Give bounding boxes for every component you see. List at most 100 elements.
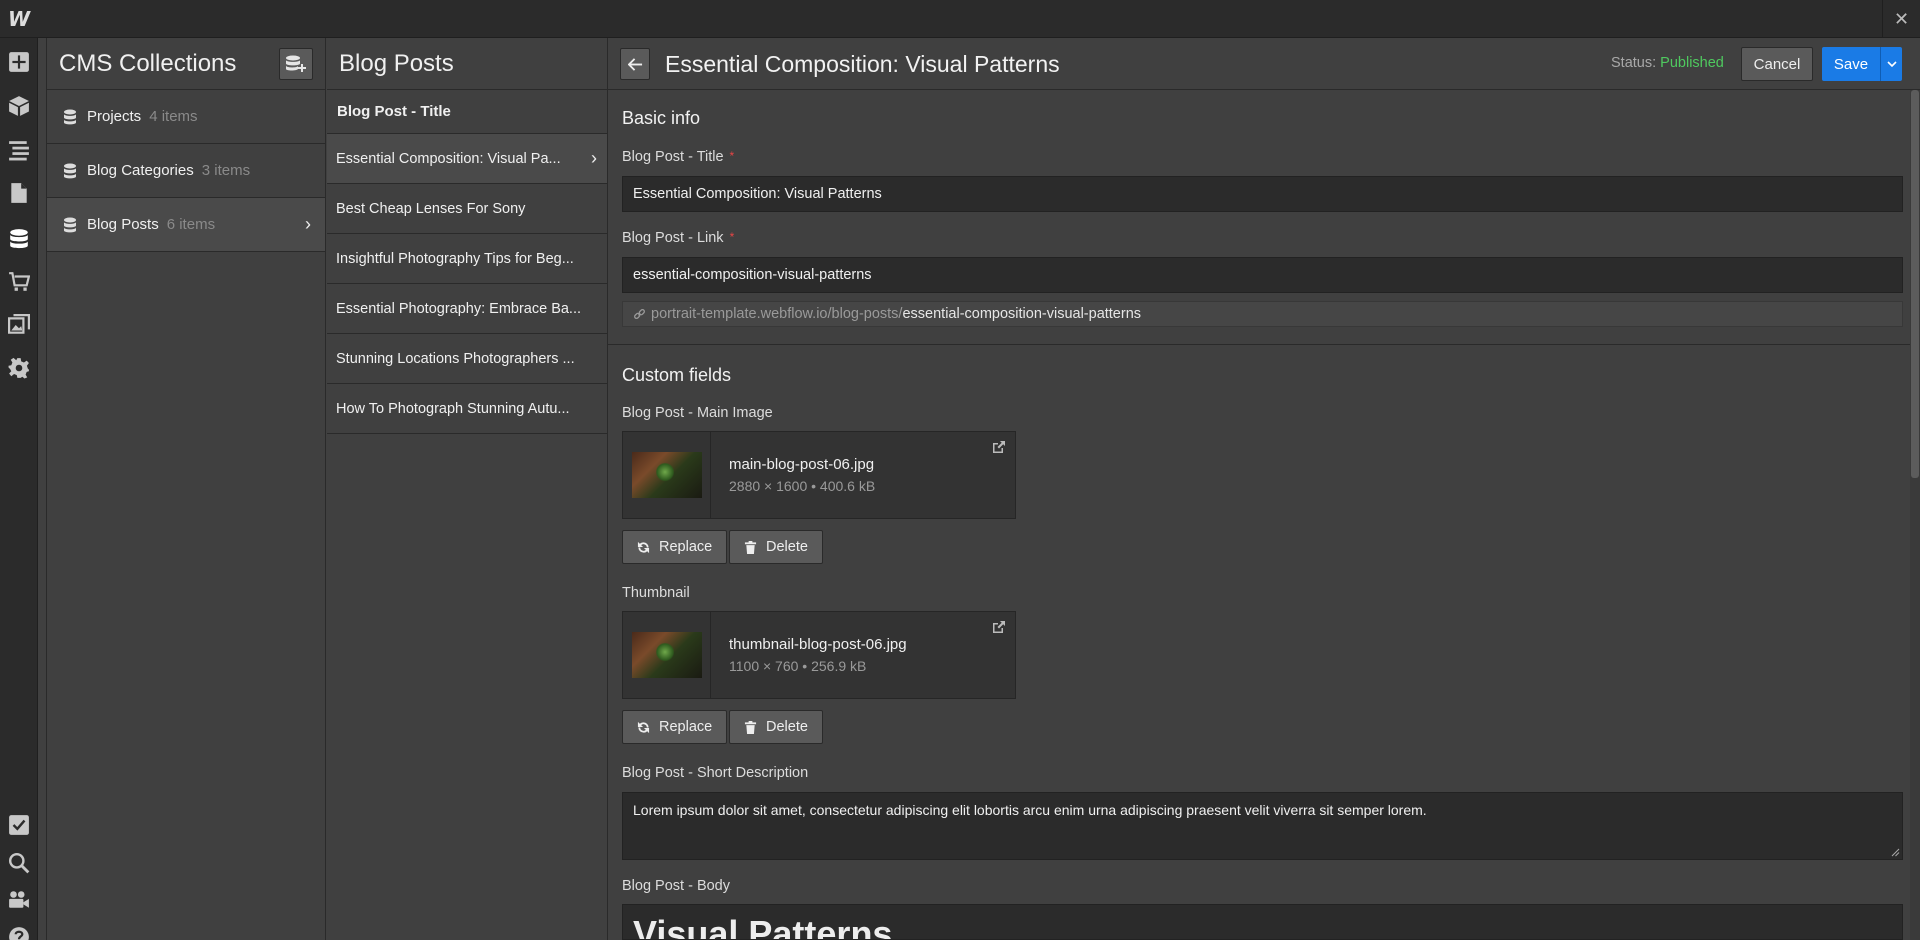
assets-icon[interactable] (0, 306, 38, 344)
chevron-down-icon (1886, 61, 1897, 67)
short-description-text: Lorem ipsum dolor sit amet, consectetur … (633, 802, 1427, 818)
file-meta: 1100 × 760 • 256.9 kB (729, 658, 867, 674)
collection-item-blog-posts[interactable]: Blog Posts 6 items › (47, 198, 325, 252)
database-icon (64, 109, 76, 124)
help-icon[interactable] (0, 918, 38, 940)
required-mark: * (729, 149, 735, 163)
replace-label: Replace (659, 719, 713, 735)
file-name: thumbnail-blog-post-06.jpg (729, 636, 907, 653)
post-title: Insightful Photography Tips for Beg... (336, 250, 574, 267)
short-description-input[interactable]: Lorem ipsum dolor sit amet, consectetur … (622, 792, 1903, 860)
add-collection-button[interactable] (279, 48, 313, 80)
top-bar: W ✕ (0, 0, 1920, 38)
ecommerce-icon[interactable] (0, 263, 38, 301)
box-icon[interactable] (0, 87, 38, 125)
save-dropdown-button[interactable] (1880, 47, 1902, 81)
close-icon[interactable]: ✕ (1882, 0, 1920, 38)
body-rich-text-editor[interactable]: Visual Patterns (622, 904, 1903, 940)
link-slug: essential-composition-visual-patterns (902, 306, 1142, 322)
link-domain: portrait-template.webflow.io/blog-posts/ (651, 306, 903, 322)
image-thumbnail (623, 432, 711, 518)
database-icon (64, 217, 76, 232)
resize-handle-icon[interactable] (1891, 848, 1900, 857)
chevron-right-icon: › (591, 148, 597, 168)
title-field-label: Blog Post - Title * (622, 149, 734, 165)
collections-title: CMS Collections (59, 49, 237, 77)
collection-name: Blog Posts (87, 216, 159, 233)
main-image-card[interactable]: main-blog-post-06.jpg 2880 × 1600 • 400.… (622, 431, 1016, 519)
cancel-button[interactable]: Cancel (1741, 47, 1813, 81)
scroll-thumb[interactable] (1911, 90, 1919, 478)
post-item[interactable]: Best Cheap Lenses For Sony (327, 184, 607, 234)
post-item[interactable]: How To Photograph Stunning Autu... (327, 384, 607, 434)
collection-item-blog-categories[interactable]: Blog Categories 3 items (47, 144, 325, 198)
database-icon (64, 163, 76, 178)
cms-icon[interactable] (0, 220, 38, 258)
item-editor: Essential Composition: Visual Patterns S… (608, 38, 1920, 940)
delete-button[interactable]: Delete (729, 530, 823, 564)
link-label-text: Blog Post - Link (622, 230, 724, 246)
editor-scrollbar[interactable] (1910, 90, 1920, 940)
custom-fields-heading: Custom fields (622, 365, 732, 385)
link-icon (634, 308, 645, 319)
chevron-right-icon: › (305, 214, 311, 234)
file-name: main-blog-post-06.jpg (729, 456, 875, 473)
trash-icon (744, 720, 757, 734)
image-preview (631, 632, 702, 678)
main-image-label: Blog Post - Main Image (622, 405, 773, 421)
collection-name: Projects (87, 108, 142, 125)
required-mark: * (729, 230, 735, 244)
collection-name: Blog Categories (87, 162, 194, 179)
editor-title: Essential Composition: Visual Patterns (665, 51, 1060, 77)
external-link-icon[interactable] (993, 440, 1005, 453)
link-input[interactable]: essential-composition-visual-patterns (622, 257, 1903, 293)
arrow-left-icon (627, 57, 642, 71)
refresh-icon (637, 721, 650, 733)
external-link-icon[interactable] (993, 620, 1005, 633)
posts-header: Blog Posts (327, 38, 607, 90)
title-input[interactable]: Essential Composition: Visual Patterns (622, 176, 1903, 212)
blog-posts-panel: Blog Posts Blog Post - Title Essential C… (327, 38, 608, 940)
post-item[interactable]: Essential Photography: Embrace Ba... (327, 284, 607, 334)
collection-count: 3 items (201, 162, 251, 179)
thumbnail-card[interactable]: thumbnail-blog-post-06.jpg 1100 × 760 • … (622, 611, 1016, 699)
status-text: Status: Published (1611, 55, 1724, 71)
post-title: Best Cheap Lenses For Sony (336, 200, 526, 217)
post-item[interactable]: Stunning Locations Photographers ... (327, 334, 607, 384)
body-heading: Visual Patterns (633, 913, 893, 940)
replace-button[interactable]: Replace (622, 710, 728, 744)
file-meta: 2880 × 1600 • 400.6 kB (729, 478, 876, 494)
cms-collections-panel: CMS Collections Projects 4 items Blog Ca… (46, 38, 326, 940)
search-icon[interactable] (0, 844, 38, 882)
webflow-logo[interactable]: W (0, 0, 38, 38)
replace-button[interactable]: Replace (622, 530, 728, 564)
post-title: Stunning Locations Photographers ... (336, 350, 575, 367)
link-field-label: Blog Post - Link * (622, 230, 734, 246)
post-title: Essential Composition: Visual Pa... (336, 150, 561, 167)
post-item[interactable]: Essential Composition: Visual Pa... › (327, 134, 607, 184)
refresh-icon (637, 541, 650, 553)
pages-icon[interactable] (0, 174, 38, 212)
back-button[interactable] (620, 48, 650, 80)
save-button[interactable]: Save (1822, 47, 1880, 81)
image-thumbnail (623, 612, 711, 698)
collection-item-projects[interactable]: Projects 4 items (47, 90, 325, 144)
posts-column-header[interactable]: Blog Post - Title (327, 90, 607, 134)
trash-icon (744, 540, 757, 554)
image-preview (631, 452, 702, 498)
link-preview[interactable]: portrait-template.webflow.io/blog-posts/… (622, 301, 1903, 327)
add-icon[interactable] (0, 43, 38, 81)
post-item[interactable]: Insightful Photography Tips for Beg... (327, 234, 607, 284)
settings-icon[interactable] (0, 349, 38, 387)
section-divider (608, 344, 1910, 345)
tasks-icon[interactable] (0, 806, 38, 844)
basic-info-heading: Basic info (622, 108, 701, 128)
left-toolbar (0, 38, 38, 940)
collection-count: 4 items (149, 108, 198, 125)
status-badge: Published (1660, 55, 1724, 71)
delete-button[interactable]: Delete (729, 710, 823, 744)
short-description-label: Blog Post - Short Description (622, 765, 809, 781)
navigator-icon[interactable] (0, 131, 38, 169)
video-icon[interactable] (0, 881, 38, 919)
collections-header: CMS Collections (47, 38, 325, 90)
